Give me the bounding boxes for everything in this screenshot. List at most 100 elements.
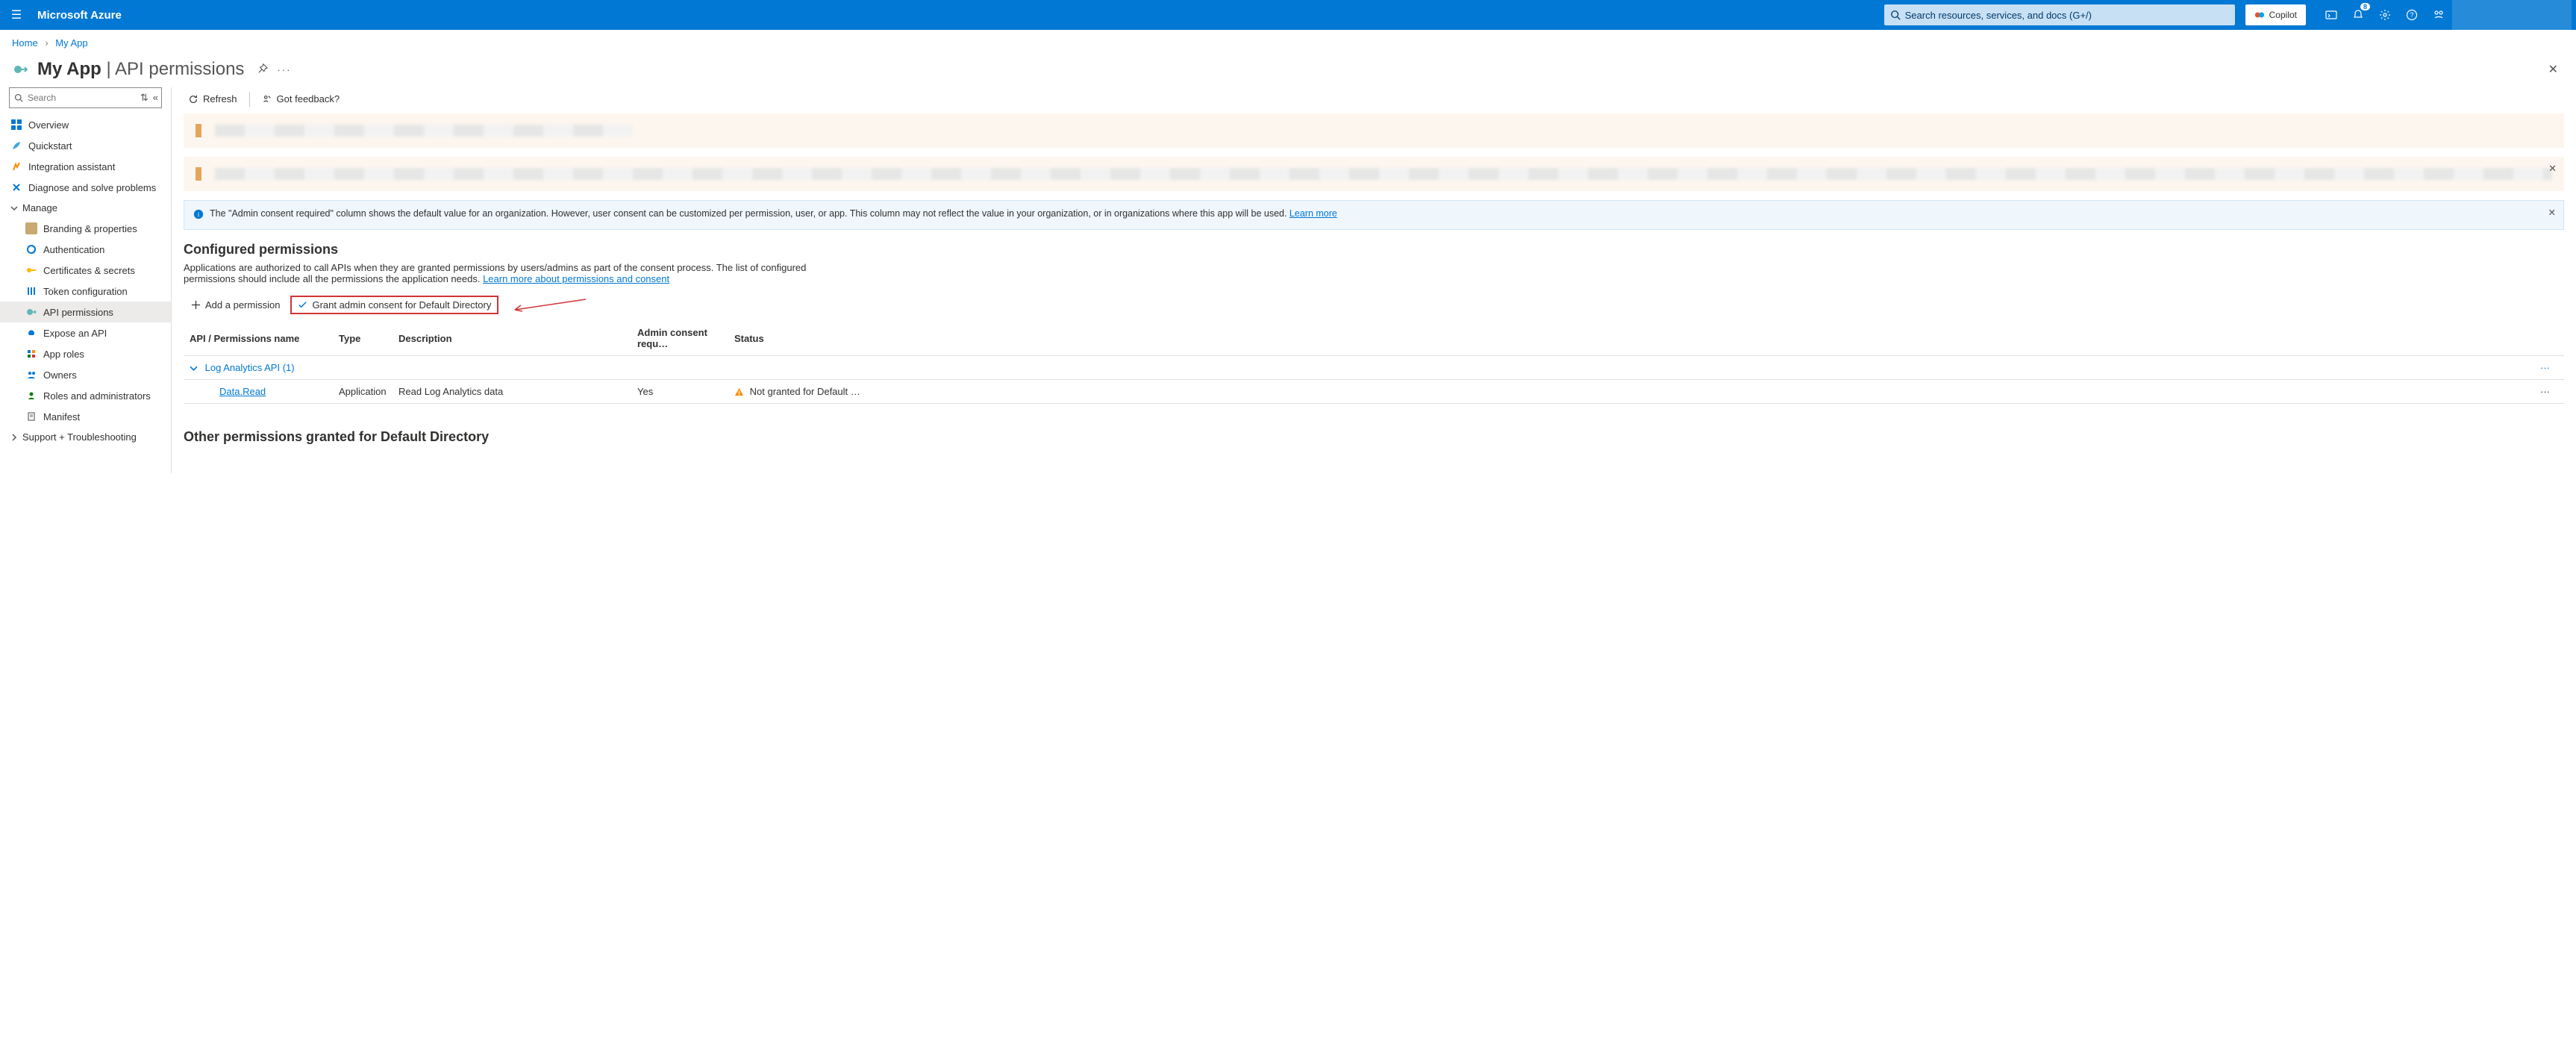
feedback-icon	[262, 94, 272, 105]
warning-banner-2: ✕	[184, 157, 2564, 191]
sidebar-search[interactable]: ⇅ «	[9, 87, 162, 108]
sidebar-item-token[interactable]: Token configuration	[0, 281, 171, 302]
sidebar-item-branding[interactable]: Branding & properties	[0, 218, 171, 239]
chevron-right-icon	[10, 434, 18, 441]
table-header-row: API / Permissions name Type Description …	[184, 321, 2564, 356]
col-type: Type	[333, 321, 393, 356]
configured-description: Applications are authorized to call APIs…	[184, 262, 855, 284]
add-permission-button[interactable]: Add a permission	[184, 295, 287, 315]
sidebar-item-label: App roles	[43, 349, 84, 360]
banner-redacted	[215, 125, 633, 137]
sort-icon[interactable]: ⇅	[140, 92, 149, 104]
cell-status: Not granted for Default …	[728, 380, 2534, 404]
copilot-label: Copilot	[2269, 10, 2297, 20]
sidebar-item-manifest[interactable]: Manifest	[0, 406, 171, 427]
annotation-arrow	[507, 296, 590, 314]
approles-icon	[25, 348, 37, 360]
pin-icon[interactable]	[257, 63, 268, 76]
close-icon[interactable]: ✕	[2548, 62, 2558, 77]
row-more-icon[interactable]: ···	[2540, 362, 2550, 373]
sidebar-group-manage[interactable]: Manage	[0, 198, 171, 218]
key-icon	[25, 264, 37, 276]
copilot-button[interactable]: Copilot	[2245, 4, 2306, 25]
auth-icon	[25, 243, 37, 255]
account-area[interactable]	[2452, 0, 2572, 30]
sidebar-item-approles[interactable]: App roles	[0, 343, 171, 364]
more-icon[interactable]: ···	[277, 64, 291, 75]
sidebar-item-label: Diagnose and solve problems	[28, 182, 156, 193]
col-api: API / Permissions name	[184, 321, 333, 356]
content-area: Refresh Got feedback? ✕ i The "Admin con…	[172, 87, 2576, 473]
info-banner: i The "Admin consent required" column sh…	[184, 200, 2564, 230]
sidebar-item-roles[interactable]: Roles and administrators	[0, 385, 171, 406]
sidebar-group-support[interactable]: Support + Troubleshooting	[0, 427, 171, 447]
col-admin: Admin consent requ…	[631, 321, 728, 356]
sidebar-item-diagnose[interactable]: Diagnose and solve problems	[0, 177, 171, 198]
sidebar-search-input[interactable]	[28, 93, 157, 103]
banner-accent-icon	[196, 124, 201, 137]
warning-icon	[734, 387, 744, 397]
banner-accent-icon	[196, 167, 201, 181]
app-registration-icon	[9, 59, 30, 80]
grant-admin-consent-button[interactable]: Grant admin consent for Default Director…	[290, 296, 498, 314]
sidebar-item-label: API permissions	[43, 307, 113, 318]
overview-icon	[10, 119, 22, 131]
refresh-button[interactable]: Refresh	[184, 90, 242, 107]
integration-icon	[10, 160, 22, 172]
close-icon[interactable]: ✕	[2548, 163, 2557, 175]
row-more-icon[interactable]: ···	[2540, 386, 2550, 397]
cell-desc: Read Log Analytics data	[393, 380, 631, 404]
svg-text:?: ?	[2410, 11, 2413, 19]
sidebar-item-certs[interactable]: Certificates & secrets	[0, 260, 171, 281]
cell-admin: Yes	[631, 380, 728, 404]
sidebar-item-label: Certificates & secrets	[43, 265, 135, 276]
sidebar-item-overview[interactable]: Overview	[0, 114, 171, 135]
sidebar-item-api-permissions[interactable]: API permissions	[0, 302, 171, 322]
table-group-row[interactable]: Log Analytics API (1) ···	[184, 356, 2564, 380]
sidebar-item-quickstart[interactable]: Quickstart	[0, 135, 171, 156]
info-learn-more-link[interactable]: Learn more	[1289, 208, 1337, 219]
refresh-label: Refresh	[203, 93, 237, 105]
desc-learn-more-link[interactable]: Learn more about permissions and consent	[483, 273, 669, 284]
token-icon	[25, 285, 37, 297]
close-icon[interactable]: ✕	[2548, 207, 2556, 218]
sidebar-item-owners[interactable]: Owners	[0, 364, 171, 385]
divider	[249, 92, 250, 107]
feedback-button[interactable]: Got feedback?	[257, 90, 345, 107]
feedback-icon[interactable]	[2430, 6, 2448, 24]
title-app: My App	[37, 59, 101, 79]
owners-icon	[25, 369, 37, 381]
help-icon[interactable]: ?	[2403, 6, 2421, 24]
info-text-wrap: The "Admin consent required" column show…	[210, 208, 1337, 222]
sidebar-item-auth[interactable]: Authentication	[0, 239, 171, 260]
permissions-table: API / Permissions name Type Description …	[184, 321, 2564, 404]
global-search-input[interactable]	[1905, 10, 2229, 21]
warning-banner-1	[184, 113, 2564, 148]
breadcrumb-sep: ›	[45, 37, 48, 49]
breadcrumb-app[interactable]: My App	[55, 37, 87, 49]
brand-title: Microsoft Azure	[37, 9, 122, 22]
sidebar-item-label: Token configuration	[43, 286, 128, 297]
cloud-shell-icon[interactable]	[2322, 6, 2340, 24]
api-permissions-icon	[25, 306, 37, 318]
col-status: Status	[728, 321, 2534, 356]
sidebar-item-expose[interactable]: Expose an API	[0, 322, 171, 343]
top-icons: 8 ?	[2322, 6, 2448, 24]
global-search[interactable]	[1884, 4, 2235, 25]
plus-icon	[191, 300, 201, 310]
collapse-icon[interactable]: «	[153, 92, 158, 104]
main-layout: ⇅ « Overview Quickstart Integration assi…	[0, 87, 2576, 473]
cell-type: Application	[333, 380, 393, 404]
permission-actions: Add a permission Grant admin consent for…	[184, 295, 2564, 315]
feedback-label: Got feedback?	[277, 93, 340, 105]
settings-icon[interactable]	[2376, 6, 2394, 24]
sidebar-item-integration[interactable]: Integration assistant	[0, 156, 171, 177]
breadcrumb-home[interactable]: Home	[12, 37, 38, 49]
sidebar-item-label: Integration assistant	[28, 161, 115, 172]
notifications-icon[interactable]: 8	[2349, 6, 2367, 24]
permission-name-link[interactable]: Data.Read	[219, 386, 266, 397]
diagnose-icon	[10, 181, 22, 193]
manifest-icon	[25, 411, 37, 422]
refresh-icon	[188, 94, 198, 105]
menu-icon[interactable]: ☰	[4, 7, 28, 22]
